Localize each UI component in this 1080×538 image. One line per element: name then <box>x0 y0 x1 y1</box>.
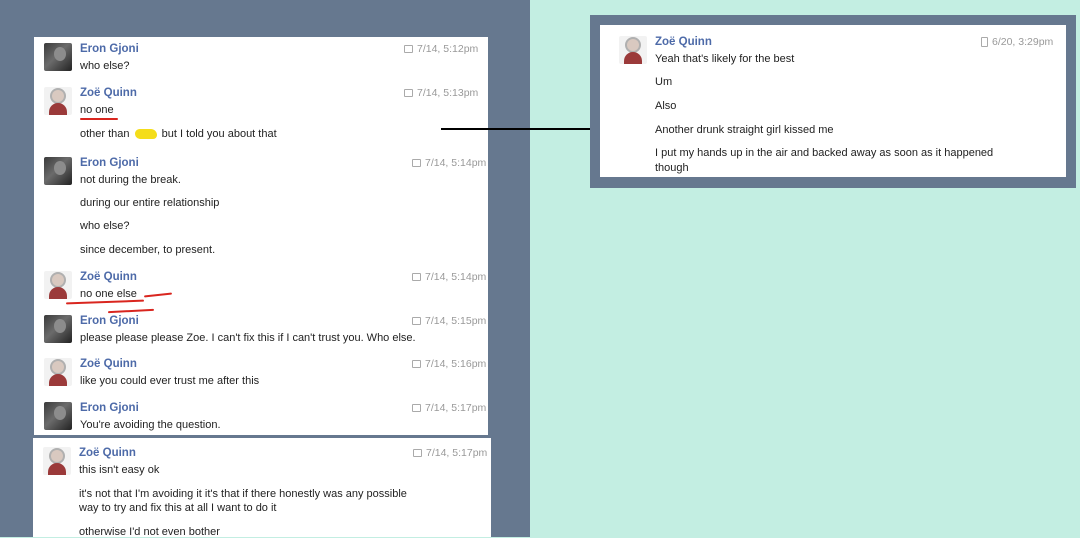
message-text: Um <box>655 76 673 88</box>
message-text: You're avoiding the question. <box>80 419 221 431</box>
message-icon <box>404 89 413 98</box>
timestamp: 7/14, 5:17pm <box>413 447 487 459</box>
avatar <box>44 157 72 185</box>
message-text: who else? <box>80 220 130 232</box>
message-text: Yeah that's likely for the best <box>655 53 795 65</box>
chat-panel-top: Eron Gjoni 7/14, 5:12pm who else? Zoë Qu… <box>34 37 488 435</box>
timestamp: 7/14, 5:13pm <box>404 87 478 99</box>
red-underline <box>65 299 145 305</box>
message-text: who else? <box>80 60 130 72</box>
avatar <box>44 315 72 343</box>
message-text: way to try and fix this at all I want to… <box>79 502 277 514</box>
message-text: I put my hands up in the air and backed … <box>655 147 994 159</box>
message-text: no one <box>80 104 114 116</box>
sender-name[interactable]: Zoë Quinn <box>655 36 712 48</box>
avatar <box>44 271 72 299</box>
avatar <box>44 358 72 386</box>
timestamp: 7/14, 5:15pm <box>412 315 486 327</box>
chat-panel-bottom: Zoë Quinn 7/14, 5:17pm this isn't easy o… <box>33 438 491 538</box>
message-text: this isn't easy ok <box>79 464 160 476</box>
sender-name[interactable]: Eron Gjoni <box>80 402 139 414</box>
message-icon <box>412 404 421 413</box>
message-text: otherwise I'd not even bother <box>79 526 220 538</box>
timestamp: 7/14, 5:12pm <box>404 43 478 55</box>
message-icon <box>412 159 421 168</box>
timestamp: 7/14, 5:17pm <box>412 402 486 414</box>
avatar <box>44 87 72 115</box>
sender-name[interactable]: Zoë Quinn <box>80 358 137 370</box>
message-text: though <box>655 162 689 174</box>
message-text: Another drunk straight girl kissed me <box>655 124 834 136</box>
message-icon <box>412 360 421 369</box>
message-text: no one else <box>80 288 137 300</box>
sender-name[interactable]: Eron Gjoni <box>80 157 139 169</box>
timestamp: 7/14, 5:16pm <box>412 358 486 370</box>
message-text: it's not that I'm avoiding it it's that … <box>79 488 407 500</box>
message-text: during our entire relationship <box>80 197 220 209</box>
sender-name[interactable]: Zoë Quinn <box>79 447 136 459</box>
timestamp: 6/20, 3:29pm <box>981 36 1053 48</box>
red-underline <box>143 292 173 298</box>
sender-name[interactable]: Eron Gjoni <box>80 315 139 327</box>
message-icon <box>412 317 421 326</box>
message-text: please please please Zoe. I can't fix th… <box>80 332 416 344</box>
message-text: other than but I told you about that <box>80 128 277 140</box>
message-text: since december, to present. <box>80 244 216 256</box>
connector-line <box>441 128 593 130</box>
avatar <box>43 447 71 475</box>
avatar <box>44 43 72 71</box>
redaction-mark <box>134 129 157 140</box>
red-underline <box>107 308 155 314</box>
timestamp: 7/14, 5:14pm <box>412 157 486 169</box>
message-icon <box>413 449 422 458</box>
timestamp: 7/14, 5:14pm <box>412 271 486 283</box>
message-text: like you could ever trust me after this <box>80 375 260 387</box>
avatar <box>44 402 72 430</box>
message-icon <box>412 273 421 282</box>
chat-panel-right: Zoë Quinn 6/20, 3:29pm Yeah that's likel… <box>600 25 1066 177</box>
red-underline <box>80 118 118 120</box>
sender-name[interactable]: Zoë Quinn <box>80 87 137 99</box>
message-text: Also <box>655 100 677 112</box>
message-text: not during the break. <box>80 174 181 186</box>
sender-name[interactable]: Zoë Quinn <box>80 271 137 283</box>
phone-icon <box>981 37 988 48</box>
sender-name[interactable]: Eron Gjoni <box>80 43 139 55</box>
avatar <box>619 36 647 64</box>
message-icon <box>404 45 413 54</box>
